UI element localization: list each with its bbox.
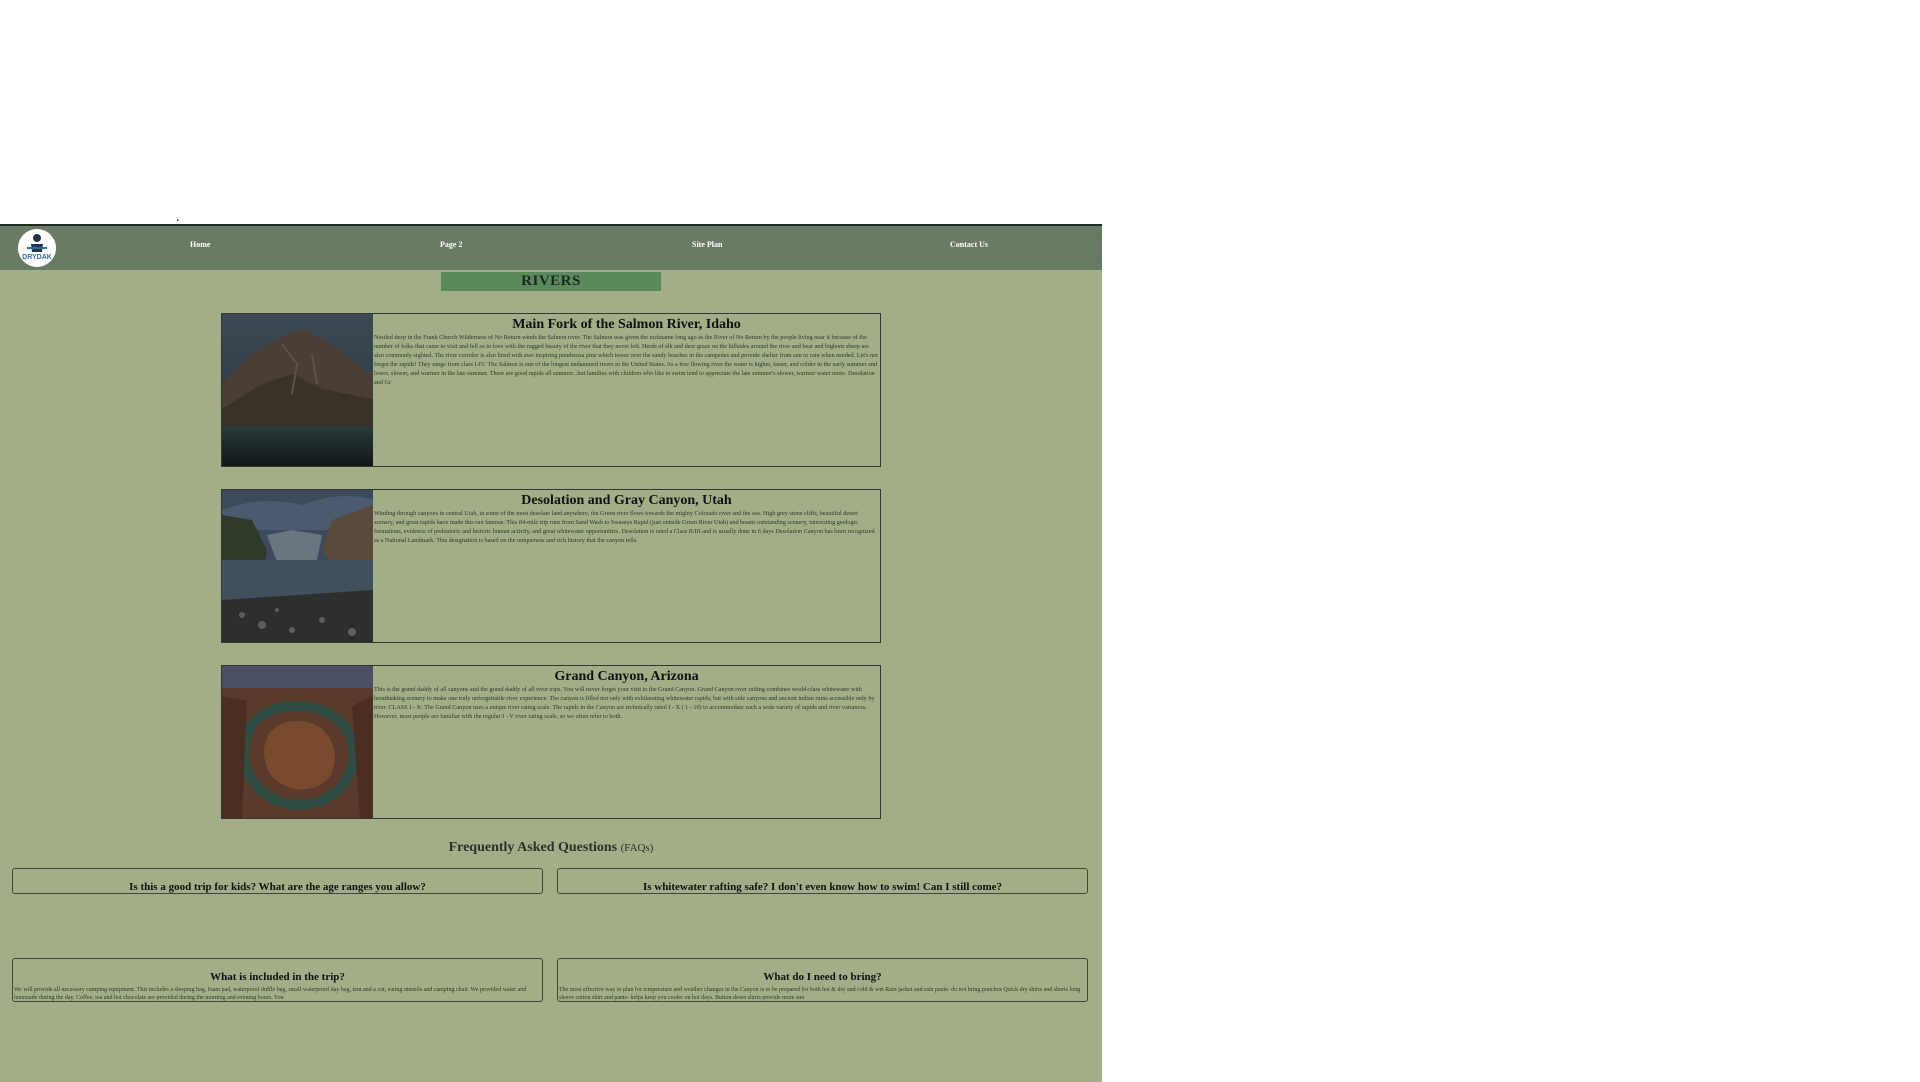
river-title: Main Fork of the Salmon River, Idaho <box>512 317 741 332</box>
page-title: RIVERS <box>441 272 661 291</box>
desolation-canyon-image <box>222 490 373 642</box>
river-description: Winding through canyons in central Utah,… <box>374 510 875 544</box>
faq-question: Is whitewater rafting safe? I don't even… <box>642 881 1003 893</box>
faq-heading-sub: (FAQs) <box>620 842 654 854</box>
river-card-desolation: Desolation and Gray Canyon, Utah Winding… <box>221 489 881 643</box>
grand-canyon-image <box>222 666 373 818</box>
faq-item-safety[interactable]: Is whitewater rafting safe? I don't even… <box>557 868 1088 894</box>
logo[interactable]: DRYDAK <box>18 229 56 267</box>
navbar: DRYDAK Home Page 2 Site Plan Contact Us <box>0 226 1102 270</box>
faq-item-kids[interactable]: Is this a good trip for kids? What are t… <box>12 868 543 894</box>
faq-question: What is included in the trip? <box>210 971 345 983</box>
site-container: DRYDAK Home Page 2 Site Plan Contact Us … <box>0 224 1102 1082</box>
logo-icon: DRYDAK <box>18 229 56 267</box>
nav-site-plan-link[interactable]: Site Plan <box>692 240 722 249</box>
faq-heading: Frequently Asked Questions (FAQs) <box>0 840 1102 856</box>
nav-contact-link[interactable]: Contact Us <box>950 240 988 249</box>
logo-text: DRYDAK <box>22 254 52 261</box>
faq-question: Is this a good trip for kids? What are t… <box>129 881 426 893</box>
faq-heading-text: Frequently Asked Questions <box>448 840 618 855</box>
river-description: This is the grand daddy of all canyons a… <box>374 686 875 720</box>
stray-dot: . <box>176 210 180 225</box>
faq-answer: We will provide all necessary camping eq… <box>14 987 527 1001</box>
river-card-salmon: Main Fork of the Salmon River, Idaho Nes… <box>221 313 881 467</box>
river-description: Nestled deep in the Frank Church Wildern… <box>374 334 878 386</box>
nav-home-link[interactable]: Home <box>190 240 210 249</box>
river-card-grand-canyon: Grand Canyon, Arizona This is the grand … <box>221 665 881 819</box>
river-title: Desolation and Gray Canyon, Utah <box>521 493 732 508</box>
salmon-river-image <box>222 314 373 466</box>
faq-item-bring[interactable]: What do I need to bring? The most effect… <box>557 958 1088 1002</box>
faq-answer: The most effective way to plan for tempe… <box>559 987 1081 1001</box>
faq-question: What do I need to bring? <box>763 971 882 983</box>
faq-item-included[interactable]: What is included in the trip? We will pr… <box>12 958 543 1002</box>
river-title: Grand Canyon, Arizona <box>554 669 699 684</box>
nav-page2-link[interactable]: Page 2 <box>440 240 462 249</box>
